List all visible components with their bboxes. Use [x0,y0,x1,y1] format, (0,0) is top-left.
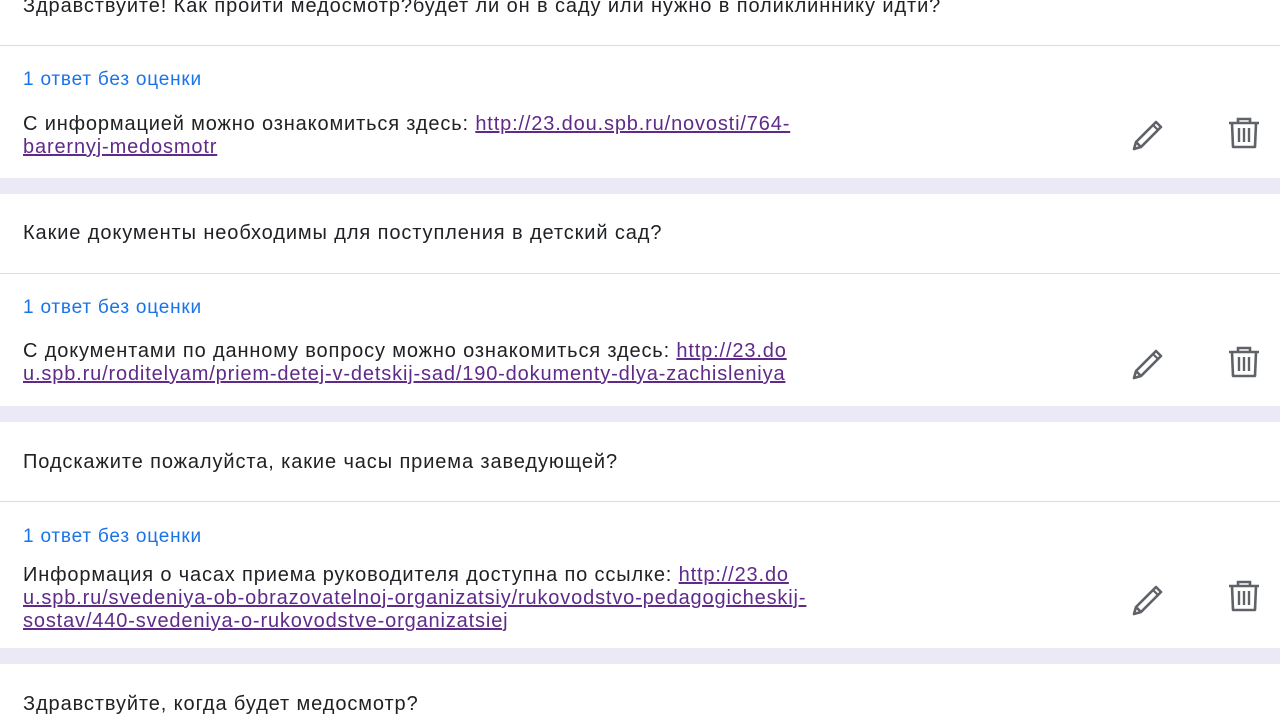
trash-icon [1229,580,1259,612]
delete-button[interactable] [1224,576,1264,616]
question-text: Какие документы необходимы для поступлен… [23,222,663,244]
answer-status-link[interactable]: 1 ответ без оценки [23,297,202,319]
edit-button[interactable] [1128,344,1168,384]
question-card: Здравствуйте, когда будет медосмотр? [0,664,1280,720]
delete-button[interactable] [1224,113,1264,153]
answer-body: С информацией можно ознакомиться здесь: [23,113,476,135]
answer-text: Информация о часах приема руководителя д… [23,564,1083,633]
answer-text: С документами по данному вопросу можно о… [23,340,1083,386]
pencil-icon [1132,120,1163,151]
question-card: Здравствуйте! Как пройти медосмотр?будет… [0,0,1280,178]
edit-button[interactable] [1128,115,1168,155]
answer-text: С информацией можно ознакомиться здесь: … [23,113,1083,159]
questions-page: Здравствуйте! Как пройти медосмотр?будет… [0,0,1280,720]
answer-status-link[interactable]: 1 ответ без оценки [23,526,202,548]
delete-button[interactable] [1224,342,1264,382]
answer-status-link[interactable]: 1 ответ без оценки [23,69,202,91]
card-divider [0,45,1280,46]
card-separator [0,406,1280,422]
trash-icon [1229,117,1259,149]
pencil-icon [1132,349,1163,380]
question-card: Подскажите пожалуйста, какие часы приема… [0,422,1280,648]
card-divider [0,273,1280,274]
question-text: Здравствуйте! Как пройти медосмотр?будет… [23,0,942,17]
pencil-icon [1132,585,1163,616]
card-separator [0,648,1280,664]
answer-body: Информация о часах приема руководителя д… [23,564,679,586]
trash-icon [1229,346,1259,378]
edit-button[interactable] [1128,580,1168,620]
question-text: Подскажите пожалуйста, какие часы приема… [23,451,619,473]
question-card: Какие документы необходимы для поступлен… [0,194,1280,406]
card-divider [0,501,1280,502]
question-text: Здравствуйте, когда будет медосмотр? [23,693,419,715]
answer-body: С документами по данному вопросу можно о… [23,340,677,362]
card-separator [0,178,1280,194]
